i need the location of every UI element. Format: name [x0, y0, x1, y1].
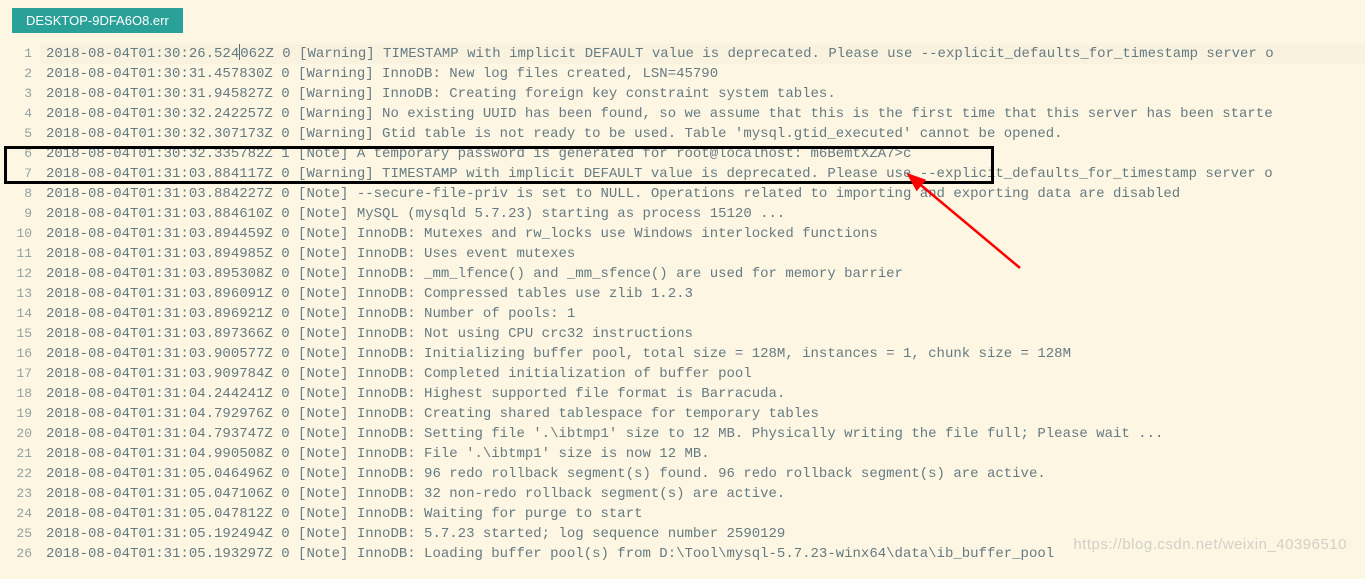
code-line[interactable]: 62018-08-04T01:30:32.335782Z 1 [Note] A … [0, 144, 1365, 164]
line-number: 21 [0, 444, 40, 464]
code-line[interactable]: 202018-08-04T01:31:04.793747Z 0 [Note] I… [0, 424, 1365, 444]
code-line[interactable]: 52018-08-04T01:30:32.307173Z 0 [Warning]… [0, 124, 1365, 144]
line-number: 24 [0, 504, 40, 524]
code-line[interactable]: 122018-08-04T01:31:03.895308Z 0 [Note] I… [0, 264, 1365, 284]
line-content: 2018-08-04T01:31:03.884610Z 0 [Note] MyS… [40, 204, 1365, 224]
line-content: 2018-08-04T01:31:04.990508Z 0 [Note] Inn… [40, 444, 1365, 464]
line-number: 2 [0, 64, 40, 84]
line-number: 1 [0, 44, 40, 64]
line-content: 2018-08-04T01:30:32.242257Z 0 [Warning] … [40, 104, 1365, 124]
code-line[interactable]: 32018-08-04T01:30:31.945827Z 0 [Warning]… [0, 84, 1365, 104]
code-line[interactable]: 132018-08-04T01:31:03.896091Z 0 [Note] I… [0, 284, 1365, 304]
line-number: 4 [0, 104, 40, 124]
line-content: 2018-08-04T01:30:26.524062Z 0 [Warning] … [40, 44, 1365, 64]
code-line[interactable]: 242018-08-04T01:31:05.047812Z 0 [Note] I… [0, 504, 1365, 524]
line-number: 16 [0, 344, 40, 364]
code-line[interactable]: 92018-08-04T01:31:03.884610Z 0 [Note] My… [0, 204, 1365, 224]
line-number: 22 [0, 464, 40, 484]
line-number: 9 [0, 204, 40, 224]
line-number: 12 [0, 264, 40, 284]
line-content: 2018-08-04T01:31:03.894459Z 0 [Note] Inn… [40, 224, 1365, 244]
line-number: 13 [0, 284, 40, 304]
code-line[interactable]: 162018-08-04T01:31:03.900577Z 0 [Note] I… [0, 344, 1365, 364]
line-number: 11 [0, 244, 40, 264]
line-content: 2018-08-04T01:31:04.792976Z 0 [Note] Inn… [40, 404, 1365, 424]
code-line[interactable]: 82018-08-04T01:31:03.884227Z 0 [Note] --… [0, 184, 1365, 204]
line-content: 2018-08-04T01:31:03.896091Z 0 [Note] Inn… [40, 284, 1365, 304]
line-content: 2018-08-04T01:31:03.909784Z 0 [Note] Inn… [40, 364, 1365, 384]
line-number: 26 [0, 544, 40, 564]
code-line[interactable]: 72018-08-04T01:31:03.884117Z 0 [Warning]… [0, 164, 1365, 184]
tab-bar: DESKTOP-9DFA6O8.err [0, 0, 1365, 38]
line-content: 2018-08-04T01:31:05.047812Z 0 [Note] Inn… [40, 504, 1365, 524]
line-content: 2018-08-04T01:31:03.884117Z 0 [Warning] … [40, 164, 1365, 184]
code-line[interactable]: 212018-08-04T01:31:04.990508Z 0 [Note] I… [0, 444, 1365, 464]
line-number: 15 [0, 324, 40, 344]
line-number: 7 [0, 164, 40, 184]
watermark-text: https://blog.csdn.net/weixin_40396510 [1073, 536, 1347, 553]
line-number: 5 [0, 124, 40, 144]
line-content: 2018-08-04T01:30:31.457830Z 0 [Warning] … [40, 64, 1365, 84]
line-content: 2018-08-04T01:31:03.897366Z 0 [Note] Inn… [40, 324, 1365, 344]
line-content: 2018-08-04T01:30:32.335782Z 1 [Note] A t… [40, 144, 1365, 164]
line-content: 2018-08-04T01:31:05.046496Z 0 [Note] Inn… [40, 464, 1365, 484]
line-content: 2018-08-04T01:31:03.900577Z 0 [Note] Inn… [40, 344, 1365, 364]
code-line[interactable]: 172018-08-04T01:31:03.909784Z 0 [Note] I… [0, 364, 1365, 384]
code-editor[interactable]: 12018-08-04T01:30:26.524062Z 0 [Warning]… [0, 38, 1365, 564]
code-line[interactable]: 232018-08-04T01:31:05.047106Z 0 [Note] I… [0, 484, 1365, 504]
file-tab-label: DESKTOP-9DFA6O8.err [26, 13, 169, 28]
code-line[interactable]: 22018-08-04T01:30:31.457830Z 0 [Warning]… [0, 64, 1365, 84]
code-line[interactable]: 102018-08-04T01:31:03.894459Z 0 [Note] I… [0, 224, 1365, 244]
line-number: 14 [0, 304, 40, 324]
code-line[interactable]: 152018-08-04T01:31:03.897366Z 0 [Note] I… [0, 324, 1365, 344]
code-line[interactable]: 112018-08-04T01:31:03.894985Z 0 [Note] I… [0, 244, 1365, 264]
line-content: 2018-08-04T01:31:03.896921Z 0 [Note] Inn… [40, 304, 1365, 324]
line-number: 25 [0, 524, 40, 544]
line-content: 2018-08-04T01:30:31.945827Z 0 [Warning] … [40, 84, 1365, 104]
line-content: 2018-08-04T01:30:32.307173Z 0 [Warning] … [40, 124, 1365, 144]
line-content: 2018-08-04T01:31:03.895308Z 0 [Note] Inn… [40, 264, 1365, 284]
line-number: 19 [0, 404, 40, 424]
text-caret [239, 44, 240, 60]
line-number: 18 [0, 384, 40, 404]
line-content: 2018-08-04T01:31:04.793747Z 0 [Note] Inn… [40, 424, 1365, 444]
code-line[interactable]: 42018-08-04T01:30:32.242257Z 0 [Warning]… [0, 104, 1365, 124]
code-line[interactable]: 182018-08-04T01:31:04.244241Z 0 [Note] I… [0, 384, 1365, 404]
line-content: 2018-08-04T01:31:03.894985Z 0 [Note] Inn… [40, 244, 1365, 264]
line-number: 8 [0, 184, 40, 204]
line-number: 20 [0, 424, 40, 444]
line-content: 2018-08-04T01:31:05.047106Z 0 [Note] Inn… [40, 484, 1365, 504]
line-content: 2018-08-04T01:31:04.244241Z 0 [Note] Inn… [40, 384, 1365, 404]
line-number: 3 [0, 84, 40, 104]
code-line[interactable]: 12018-08-04T01:30:26.524062Z 0 [Warning]… [0, 44, 1365, 64]
line-number: 23 [0, 484, 40, 504]
code-line[interactable]: 222018-08-04T01:31:05.046496Z 0 [Note] I… [0, 464, 1365, 484]
code-line[interactable]: 192018-08-04T01:31:04.792976Z 0 [Note] I… [0, 404, 1365, 424]
line-number: 10 [0, 224, 40, 244]
file-tab[interactable]: DESKTOP-9DFA6O8.err [12, 8, 183, 33]
code-line[interactable]: 142018-08-04T01:31:03.896921Z 0 [Note] I… [0, 304, 1365, 324]
line-number: 17 [0, 364, 40, 384]
line-content: 2018-08-04T01:31:03.884227Z 0 [Note] --s… [40, 184, 1365, 204]
line-number: 6 [0, 144, 40, 164]
